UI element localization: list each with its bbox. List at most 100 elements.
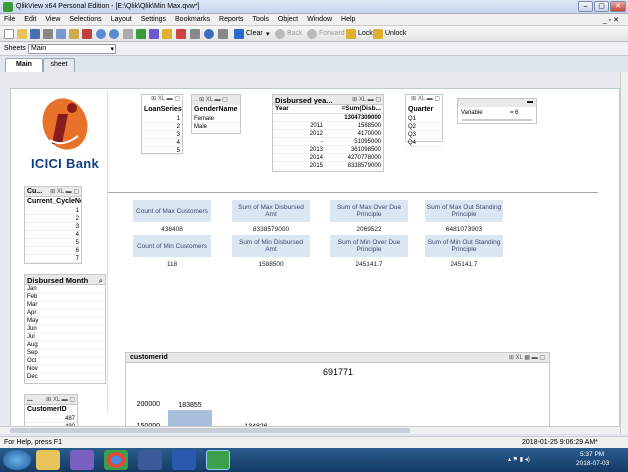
list-item[interactable]: 487 (25, 415, 77, 423)
menu-settings[interactable]: Settings (137, 14, 171, 23)
list-item[interactable]: May (25, 317, 105, 325)
properties-icon[interactable] (190, 29, 200, 39)
clear-button[interactable]: Clear (246, 30, 263, 37)
list-item[interactable]: Jul (25, 333, 105, 341)
disbursed-year-table[interactable]: Disbursed yea... ⊞ XL ▬ ▢ Year =Sum(Disb.… (272, 94, 384, 172)
table-caption-icons[interactable]: ⊞ XL ▬ ▢ (352, 96, 381, 103)
menu-edit[interactable]: Edit (20, 14, 41, 23)
gender-listbox[interactable]: .. ⊞ XL ▬ ▢ GenderName Female Male (191, 94, 241, 134)
search-icon[interactable]: ⌕ (99, 276, 103, 284)
unlock-icon[interactable] (373, 29, 383, 39)
save-icon[interactable] (30, 29, 40, 39)
list-item[interactable]: 1 (142, 115, 182, 123)
list-item[interactable]: Male (192, 123, 240, 131)
list-item[interactable]: 7 (25, 255, 81, 263)
col-header-year[interactable]: Year (273, 105, 325, 113)
variable-slider[interactable]: ▬ Variable = 6 (457, 98, 537, 124)
menu-window[interactable]: Window (303, 14, 337, 23)
list-item[interactable]: 2 (25, 215, 81, 223)
lock-button[interactable]: Lock (358, 30, 373, 37)
table-row[interactable]: 2015 8338579000 (273, 162, 383, 170)
table-row[interactable]: 2013 361098500 (273, 146, 383, 154)
horizontal-scrollbar[interactable] (0, 426, 620, 434)
listbox-caption-icons[interactable]: ⊞ XL ▬ ▢ (50, 188, 79, 195)
listbox-caption-icons[interactable]: ⊞ XL ▬ ▢ (142, 95, 182, 105)
print-pdf-icon[interactable] (56, 29, 66, 39)
customerid-chart[interactable]: customerid ⊞ XL ▦ ▬ ▢ 691771200000150000… (125, 352, 550, 432)
new-icon[interactable] (4, 29, 14, 39)
menu-object[interactable]: Object (274, 14, 303, 23)
menu-reports[interactable]: Reports (215, 14, 249, 23)
maximize-button[interactable]: ▢ (594, 1, 609, 12)
back-icon[interactable] (275, 29, 285, 39)
design-grid-icon[interactable] (218, 29, 228, 39)
chrome-icon[interactable] (104, 450, 128, 470)
virtualbox-icon[interactable] (138, 450, 162, 470)
lock-icon[interactable] (346, 29, 356, 39)
menu-file[interactable]: File (0, 14, 20, 23)
list-item[interactable]: Q3 (406, 131, 442, 139)
kpi-label[interactable]: Count of Min Customers (133, 235, 211, 257)
forward-icon[interactable] (307, 29, 317, 39)
list-item[interactable]: 3 (25, 223, 81, 231)
kpi-label[interactable]: Sum of Min Over Due Principle (330, 235, 408, 257)
list-item[interactable]: 6 (25, 247, 81, 255)
cell-year[interactable]: 2014 (273, 154, 325, 161)
reload-icon[interactable] (136, 29, 146, 39)
list-item[interactable]: 5 (25, 239, 81, 247)
back-button[interactable]: Back (287, 30, 303, 37)
list-item[interactable]: Nov (25, 365, 105, 373)
list-item[interactable]: 2 (142, 123, 182, 131)
print-icon[interactable] (43, 29, 53, 39)
list-item[interactable]: 4 (142, 139, 182, 147)
menu-layout[interactable]: Layout (107, 14, 137, 23)
list-item[interactable]: 1 (25, 207, 81, 215)
kpi-label[interactable]: Sum of Max Disbursed Amt (232, 200, 310, 222)
tab-sheet[interactable]: sheet (43, 58, 75, 72)
chart-caption-icons[interactable]: ⊞ XL ▦ ▬ ▢ (509, 354, 545, 361)
kpi-label[interactable]: Sum of Min Out Standing Principle (425, 235, 503, 257)
tab-main[interactable]: Main (5, 58, 43, 72)
sheet-properties-icon[interactable] (176, 29, 186, 39)
bookmark-icon[interactable] (162, 29, 172, 39)
minimize-icon[interactable]: ▬ (458, 99, 536, 107)
list-item[interactable]: Female (192, 115, 240, 123)
mdi-controls[interactable]: _ ▫ ✕ (599, 14, 624, 24)
menu-selections[interactable]: Selections (65, 14, 106, 23)
list-item[interactable]: Mar (25, 301, 105, 309)
undo-icon[interactable] (96, 29, 106, 39)
scroll-thumb[interactable] (10, 428, 410, 433)
list-item[interactable]: Q1 (406, 115, 442, 123)
redo-icon[interactable] (109, 29, 119, 39)
kpi-label[interactable]: Sum of Min Disbursed Amt (232, 235, 310, 257)
start-button[interactable] (3, 450, 31, 470)
qlikview-taskbar-icon[interactable] (206, 450, 230, 470)
menu-view[interactable]: View (41, 14, 65, 23)
search-icon[interactable] (123, 29, 133, 39)
list-item[interactable]: Jan (25, 285, 105, 293)
listbox-caption-icons[interactable]: .. ⊞ XL ▬ ▢ (192, 95, 240, 105)
list-item[interactable]: Sep (25, 349, 105, 357)
minimize-button[interactable]: – (578, 1, 593, 12)
listbox-caption-icons[interactable]: ⊞ XL ▬ ▢ (46, 396, 75, 403)
col-header-sum[interactable]: =Sum(Disb... (325, 105, 383, 113)
list-item[interactable]: Feb (25, 293, 105, 301)
media-player-icon[interactable] (70, 450, 94, 470)
kpi-label[interactable]: Count of Max Customers (133, 200, 211, 222)
list-item[interactable]: Dec (25, 373, 105, 381)
cut-icon[interactable] (82, 29, 92, 39)
cell-year[interactable]: 2013 (273, 146, 325, 153)
close-button[interactable]: ✕ (610, 1, 626, 12)
list-item[interactable]: 4 (25, 231, 81, 239)
copy-icon[interactable] (69, 29, 79, 39)
unlock-button[interactable]: Unlock (385, 30, 406, 37)
list-item[interactable]: 3 (142, 131, 182, 139)
sheets-dropdown[interactable]: Main ▾ (28, 44, 116, 54)
quarter-listbox[interactable]: ⊞ XL ▬ ▢ Quarter Q1 Q2 Q3 Q4 (405, 94, 443, 147)
list-item[interactable]: Q2 (406, 123, 442, 131)
forward-button[interactable]: Forward (319, 30, 345, 37)
loanseries-listbox[interactable]: ⊞ XL ▬ ▢ LoanSeries 1 2 3 4 5 (141, 94, 183, 155)
table-row[interactable]: 2011 1588500 (273, 122, 383, 130)
table-row[interactable]: 2014 4270778000 (273, 154, 383, 162)
kpi-label[interactable]: Sum of Max Over Due Principle (330, 200, 408, 222)
